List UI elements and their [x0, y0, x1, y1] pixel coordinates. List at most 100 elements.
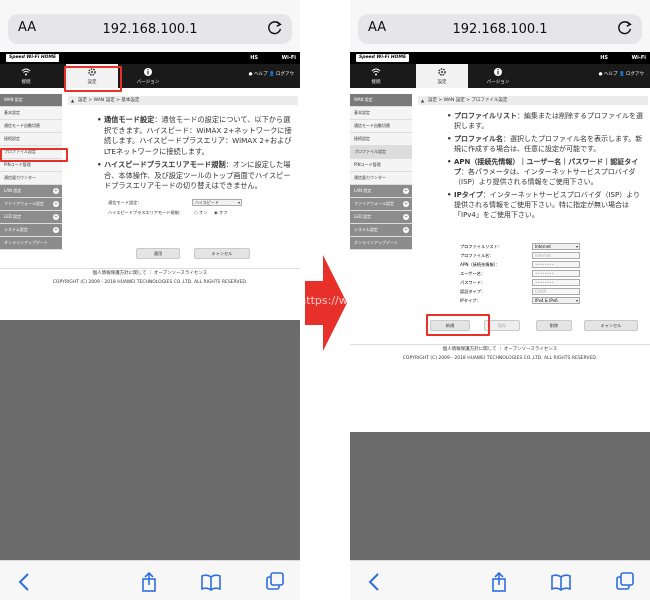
help-icon[interactable]: ● — [599, 72, 603, 77]
expand-icon: + — [403, 188, 409, 194]
sidebar-item-counter[interactable]: 通信量カウンター — [0, 172, 62, 185]
sidebar-item-basic[interactable]: 基本設定 — [0, 107, 62, 120]
sidebar-item-profile[interactable]: プロファイル設定 — [350, 146, 412, 159]
help-bullet: IPタイプ：インターネットサービスプロバイダ（ISP）より提供される情報をご使用… — [447, 190, 644, 220]
help-bullet: APN（接続先情報）｜ユーザー名｜パスワード｜認証タイプ：各パラメータは、インタ… — [447, 157, 644, 187]
sidebar-item-system[interactable]: システム設定 + — [350, 224, 412, 237]
sidebar-item-connection[interactable]: 接続設定 — [350, 133, 412, 146]
bookmarks-icon[interactable] — [550, 571, 572, 593]
copyright: COPYRIGHT (C) 2009 - 2018 HUAWEI TECHNOL… — [52, 280, 248, 285]
apn-field[interactable]: •••••••• — [532, 261, 580, 268]
mode-select[interactable]: ハイスピード — [192, 198, 242, 206]
expand-icon: + — [403, 201, 409, 207]
sidebar-item-firewall[interactable]: ファイアウォール設定 + — [350, 198, 412, 211]
sidebar-item-wan[interactable]: WAN 設定 — [0, 94, 62, 107]
profile-list-select[interactable]: Internet — [532, 243, 580, 250]
sidebar-item-wan[interactable]: WAN 設定 — [350, 94, 412, 107]
sidebar-item-lan[interactable]: LAN 設定 + — [350, 185, 412, 198]
back-icon[interactable] — [364, 571, 386, 593]
sidebar-item-counter[interactable]: 通信量カウンター — [350, 172, 412, 185]
bullet-title: ハイスピードプラスエリアモード規制 — [104, 160, 226, 169]
logout-link[interactable]: ログアウ — [276, 72, 294, 77]
sidebar-item-pin[interactable]: PINコード管理 — [350, 159, 412, 172]
cancel-button[interactable]: キャンセル — [194, 248, 250, 259]
cancel-button[interactable]: キャンセル — [584, 320, 638, 331]
wifi-badge: Wi-Fi — [281, 55, 296, 61]
footer-links[interactable]: 個人情報保護方針に関して ｜ オープンソースライセンス — [350, 344, 650, 354]
wifi-badge: Wi-Fi — [631, 55, 646, 61]
bookmarks-icon[interactable] — [200, 571, 222, 593]
help-link[interactable]: ヘルプ — [604, 72, 618, 77]
help-icon[interactable]: ● — [249, 72, 253, 77]
auth-type-select[interactable]: CHAP — [532, 288, 580, 295]
nav-version[interactable]: バージョン — [472, 64, 524, 88]
sidebar-item-firewall[interactable]: ファイアウォール設定 + — [0, 198, 62, 211]
mode-row: 通信モード設定： ハイスピード — [68, 198, 298, 208]
share-icon[interactable] — [488, 571, 510, 593]
nav-version[interactable]: バージョン — [122, 64, 174, 88]
form-buttons: 適用 キャンセル — [68, 248, 298, 259]
sidebar-item-basic[interactable]: 基本設定 — [350, 107, 412, 120]
url-text[interactable]: 192.168.100.1 — [452, 22, 547, 37]
sidebar-item-system[interactable]: システム設定 + — [0, 224, 62, 237]
tabs-icon[interactable] — [614, 571, 636, 593]
share-icon[interactable] — [138, 571, 160, 593]
field-label: プロファイル名： — [460, 253, 494, 258]
nav-settings[interactable]: 設定 — [416, 64, 468, 88]
browser-toolbar — [0, 560, 300, 600]
settings-sidebar: WAN 設定 基本設定 通信モード自動切替 接続設定 プロファイル設定 PINコ… — [350, 94, 412, 250]
field-label: 認証タイプ： — [460, 289, 486, 294]
text-size-button[interactable]: AA — [18, 20, 36, 35]
delete-button[interactable]: 削除 — [536, 320, 572, 331]
password-field[interactable]: •••••••• — [532, 279, 580, 286]
form-row: パスワード： •••••••• — [418, 278, 648, 287]
sidebar-item-mode-switch[interactable]: 通信モード自動切替 — [350, 120, 412, 133]
page-footer: 個人情報保護方針に関して ｜ オープンソースライセンス COPYRIGHT (C… — [0, 268, 300, 287]
sidebar-item-led[interactable]: LED 設定 + — [350, 211, 412, 224]
help-link[interactable]: ヘルプ — [254, 72, 268, 77]
blank-area — [0, 320, 300, 600]
ip-type-select[interactable]: IPv4 & IPv6 — [532, 297, 580, 304]
field-label: APN（接続先情報）： — [460, 262, 500, 267]
bullet-text: ：インターネットサービスプロバイダ（ISP）より提供される情報をご使用下さい。特… — [454, 191, 641, 219]
username-field[interactable]: •••••••• — [532, 270, 580, 277]
sidebar-label: システム設定 — [4, 227, 28, 232]
reload-icon[interactable] — [266, 19, 284, 37]
back-icon[interactable] — [14, 571, 36, 593]
bullet-title: 通信モード設定 — [104, 115, 155, 124]
sidebar-item-update[interactable]: オンラインアップデート — [350, 237, 412, 250]
reload-icon[interactable] — [616, 19, 634, 37]
nav-label: バージョン — [136, 80, 160, 85]
nav-help-logout: ● ヘルプ 👤 ログアウ — [249, 71, 294, 77]
sidebar-item-led[interactable]: LED 設定 + — [0, 211, 62, 224]
field-label: パスワード： — [460, 280, 486, 285]
address-bar[interactable]: AA 192.168.100.1 — [8, 14, 292, 44]
field-label: ユーザー名： — [460, 271, 486, 276]
nav-connection[interactable]: 接続 — [0, 64, 52, 88]
url-text[interactable]: 192.168.100.1 — [102, 22, 197, 37]
gear-icon — [438, 68, 446, 76]
text-size-button[interactable]: AA — [368, 20, 386, 35]
sidebar-label: システム設定 — [354, 227, 378, 232]
sidebar-item-lan[interactable]: LAN 設定 + — [0, 185, 62, 198]
sidebar-item-update[interactable]: オンラインアップデート — [0, 237, 62, 250]
radio-on[interactable]: ○ オン — [194, 208, 207, 218]
sidebar-item-connection[interactable]: 接続設定 — [0, 133, 62, 146]
profile-name-field[interactable]: Internet — [532, 252, 580, 259]
hs-badge: HS — [600, 55, 608, 61]
sidebar-item-mode-switch[interactable]: 通信モード自動切替 — [0, 120, 62, 133]
radio-off[interactable]: ◉ オフ — [214, 208, 227, 218]
browser-toolbar — [350, 560, 650, 600]
bullet-title: IPタイプ — [454, 191, 483, 199]
wifi-icon — [21, 68, 31, 76]
nav-connection[interactable]: 接続 — [350, 64, 402, 88]
logout-link[interactable]: ログアウ — [626, 72, 644, 77]
form-buttons: 新規 保存 削除 キャンセル — [350, 320, 650, 331]
expand-icon: + — [403, 227, 409, 233]
apply-button[interactable]: 適用 — [136, 248, 180, 259]
tabs-icon[interactable] — [264, 571, 286, 593]
footer-links[interactable]: 個人情報保護方針に関して ｜ オープンソースライセンス — [0, 268, 300, 278]
copyright: COPYRIGHT (C) 2009 - 2018 HUAWEI TECHNOL… — [402, 356, 598, 361]
address-bar[interactable]: AA 192.168.100.1 — [358, 14, 642, 44]
user-icon: 👤 — [268, 72, 275, 77]
